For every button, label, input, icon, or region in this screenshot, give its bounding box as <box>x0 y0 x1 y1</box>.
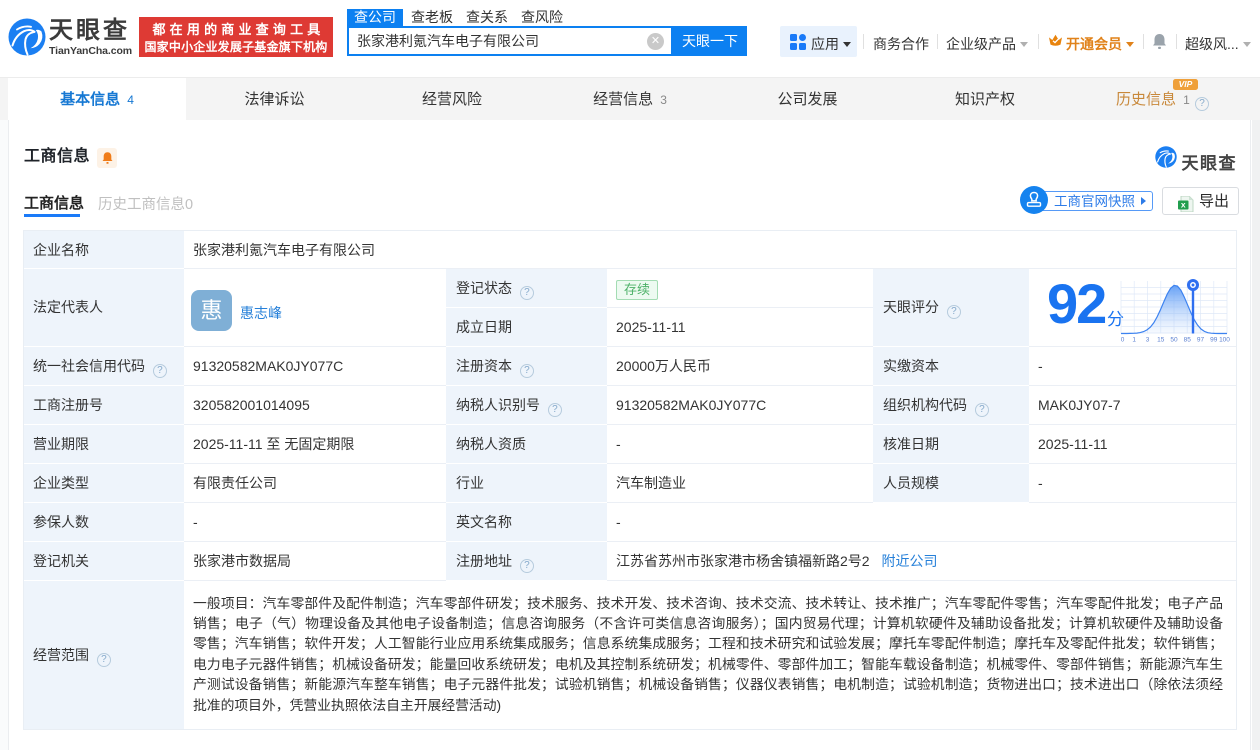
svg-text:x: x <box>1180 200 1185 210</box>
